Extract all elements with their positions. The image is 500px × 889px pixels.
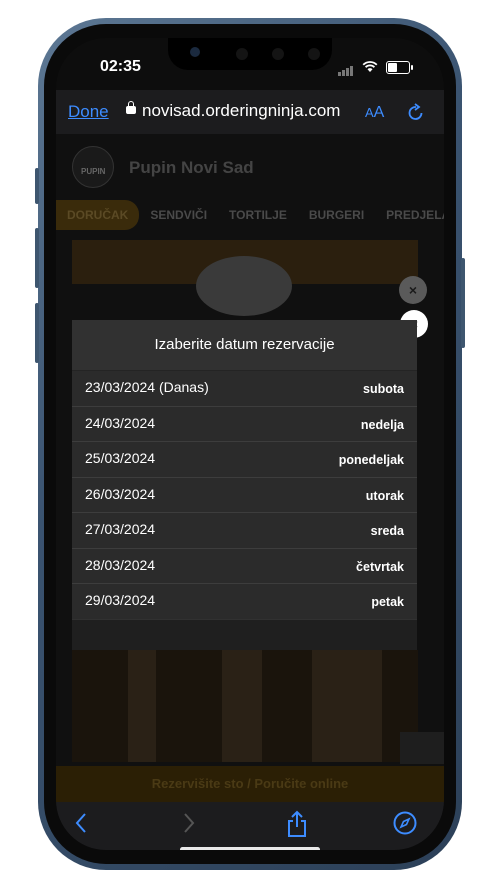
front-camera: [190, 47, 200, 57]
restaurant-logo: PUPIN: [72, 146, 114, 188]
date-picker-modal: Izaberite datum rezervacije 23/03/2024 (…: [72, 320, 417, 620]
date-label: 24/03/2024: [85, 414, 156, 431]
status-time: 02:35: [100, 58, 141, 75]
share-icon[interactable]: [285, 810, 309, 838]
day-label: utorak: [365, 488, 404, 503]
notch: [168, 38, 332, 70]
screen: 02:35 Done novisad.orderingninja.com AA …: [56, 38, 444, 850]
sensor-dot: [272, 48, 284, 60]
wifi-icon: [362, 61, 378, 72]
close-icon[interactable]: ×: [399, 276, 427, 304]
browser-url-bar: Done novisad.orderingninja.com AA: [56, 90, 444, 134]
day-label: petak: [371, 595, 404, 609]
day-label: subota: [363, 382, 404, 396]
text-size-button[interactable]: AA: [365, 104, 384, 122]
date-label: 25/03/2024: [85, 450, 156, 466]
modal-title: Izaberite datum rezervacije: [154, 336, 335, 353]
date-label: 27/03/2024: [85, 521, 156, 537]
text-size-large: A: [373, 104, 385, 121]
category-tabs: DORUČAK SENDVIČI TORTILJE BURGERI PREDJE…: [56, 200, 444, 230]
volume-down-button: [35, 303, 39, 363]
reload-icon[interactable]: [406, 102, 426, 124]
back-icon[interactable]: [72, 810, 92, 836]
lock-icon: [126, 101, 136, 114]
date-list: 23/03/2024 (Danas) subota 24/03/2024 ned…: [72, 370, 417, 619]
day-label: ponedeljak: [338, 453, 404, 467]
done-button[interactable]: Done: [68, 102, 109, 122]
date-label: 29/03/2024: [85, 592, 156, 608]
date-option[interactable]: 23/03/2024 (Danas) subota: [72, 370, 417, 406]
phone-frame: 02:35 Done novisad.orderingninja.com AA …: [35, 18, 465, 870]
tab-category[interactable]: BURGERI: [298, 200, 375, 230]
text-size-small: A: [365, 105, 374, 120]
recaptcha-badge: [400, 732, 444, 764]
url-text[interactable]: novisad.orderingninja.com: [142, 101, 340, 121]
hero-plate-image: [196, 256, 292, 316]
day-label: sreda: [370, 524, 404, 538]
date-option[interactable]: 28/03/2024 četvrtak: [72, 547, 417, 583]
date-label: 26/03/2024: [85, 485, 156, 502]
date-option[interactable]: 25/03/2024 ponedeljak: [72, 441, 417, 477]
reserve-label: Rezervišite sto / Poručite online: [151, 776, 349, 791]
date-label: 23/03/2024 (Danas): [85, 379, 209, 395]
tab-category[interactable]: TORTILJE: [218, 200, 298, 230]
sensor-dot: [308, 48, 320, 60]
restaurant-name: Pupin Novi Sad: [129, 158, 254, 177]
day-label: četvrtak: [356, 559, 404, 574]
browser-toolbar: [56, 802, 444, 850]
restaurant-header: PUPIN Pupin Novi Sad: [56, 134, 444, 200]
reserve-button[interactable]: Rezervišite sto / Poručite online: [56, 766, 444, 802]
date-option[interactable]: 24/03/2024 nedelja: [72, 405, 417, 441]
sensor-dot: [236, 48, 248, 60]
page-content: PUPIN Pupin Novi Sad DORUČAK SENDVIČI TO…: [56, 134, 444, 802]
battery-icon: [386, 60, 413, 74]
mute-switch: [35, 168, 39, 204]
modal-footer: [72, 620, 417, 650]
date-option[interactable]: 29/03/2024 petak: [72, 583, 417, 619]
home-indicator: [180, 847, 320, 850]
cellular-signal-icon: [338, 58, 354, 76]
forward-icon[interactable]: [178, 810, 198, 836]
status-bar: 02:35: [56, 38, 444, 90]
tab-category[interactable]: PREDJELA: [375, 200, 444, 230]
compass-icon[interactable]: [392, 810, 418, 836]
date-option[interactable]: 26/03/2024 utorak: [72, 476, 417, 512]
date-label: 28/03/2024: [85, 556, 156, 573]
volume-up-button: [35, 228, 39, 288]
tab-category[interactable]: SENDVIČI: [139, 200, 218, 230]
food-image: [72, 650, 418, 762]
status-icons: [338, 58, 413, 76]
day-label: nedelja: [360, 417, 404, 432]
logo-text: PUPIN: [81, 167, 106, 176]
tab-category[interactable]: DORUČAK: [56, 200, 140, 230]
date-option[interactable]: 27/03/2024 sreda: [72, 512, 417, 548]
power-button: [461, 258, 465, 348]
